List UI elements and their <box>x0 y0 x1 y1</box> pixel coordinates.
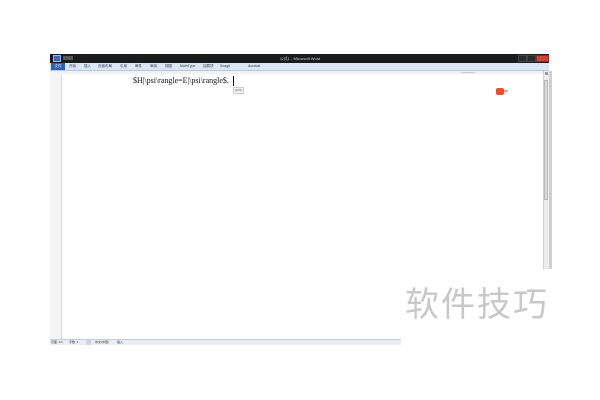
scroll-up-arrow-icon[interactable] <box>545 72 548 75</box>
status-word-count[interactable]: 字数: 1 <box>69 339 78 345</box>
window-title: 公式1 - Microsoft Word <box>279 56 321 61</box>
paste-options-label: (Ctrl) <box>235 88 242 92</box>
scrollbar-thumb[interactable] <box>544 80 548 200</box>
vertical-ruler <box>50 74 62 339</box>
maximize-button[interactable] <box>527 55 536 62</box>
minimize-button[interactable] <box>518 55 527 62</box>
formula-text[interactable]: $H|\psi\rangle=E|\psi\rangle$. <box>133 76 229 86</box>
tab-review[interactable]: 审阅 <box>150 63 157 70</box>
tab-view[interactable]: 视图 <box>165 63 172 70</box>
status-page-count[interactable]: 页面: 1/1 <box>51 339 63 345</box>
tab-snagit[interactable]: SnagIt <box>220 63 230 70</box>
tab-references[interactable]: 引用 <box>120 63 127 70</box>
status-language[interactable]: 中文(中国) <box>95 339 109 345</box>
ruler-indent-marker[interactable] <box>461 72 475 73</box>
tab-acrobat[interactable]: Acrobat <box>248 63 260 70</box>
close-button[interactable] <box>536 55 549 62</box>
watermark-text: 软件技巧 <box>405 285 549 325</box>
tab-mathtype[interactable]: MathType <box>180 63 195 70</box>
status-insert-mode[interactable]: 插入 <box>117 339 123 345</box>
ime-mode-label[interactable]: 中 <box>504 88 508 95</box>
tab-home[interactable]: 开始 <box>69 63 76 70</box>
tab-file[interactable]: 文件 <box>51 63 65 70</box>
quick-access-toolbar-icon[interactable] <box>63 56 73 60</box>
text-cursor <box>233 76 234 86</box>
paste-options-button[interactable]: (Ctrl) <box>233 87 244 94</box>
tab-page-layout[interactable]: 页面布局 <box>98 63 112 70</box>
window-edge <box>549 71 552 269</box>
tab-insert[interactable]: 插入 <box>84 63 91 70</box>
ime-icon[interactable] <box>496 88 504 95</box>
tab-addins[interactable]: 加载项 <box>203 63 214 70</box>
word-app-icon[interactable] <box>53 55 61 62</box>
proofing-icon[interactable] <box>86 339 91 345</box>
tab-mailings[interactable]: 邮件 <box>135 63 142 70</box>
